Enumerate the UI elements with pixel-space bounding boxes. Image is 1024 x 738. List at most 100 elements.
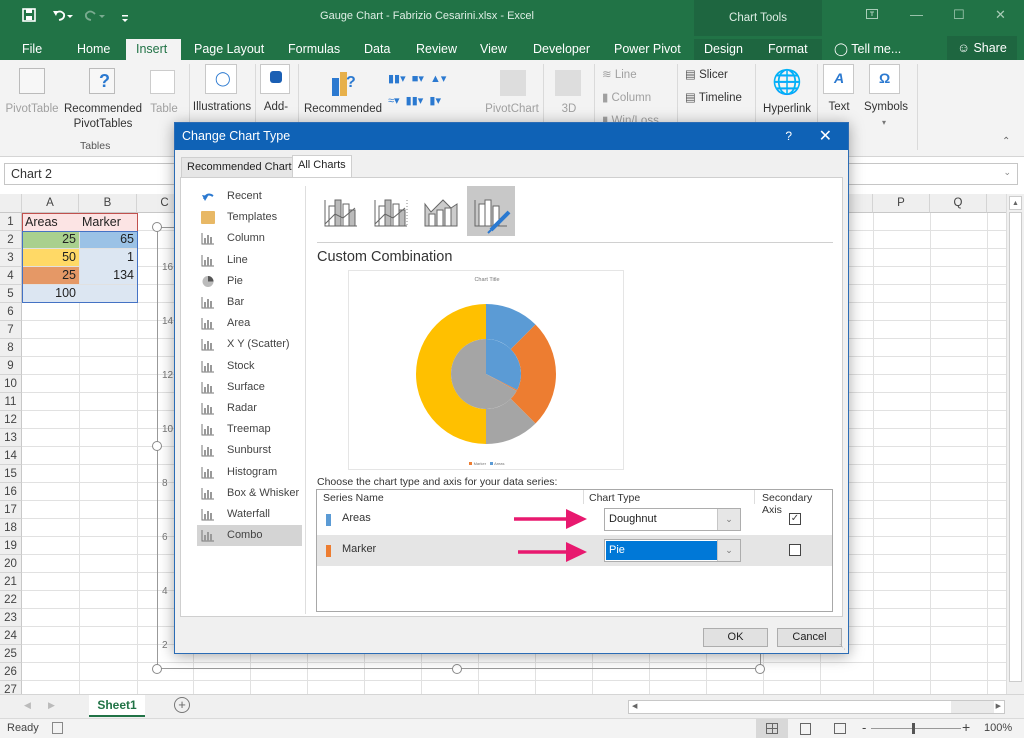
vertical-scroll-thumb[interactable] [1009,212,1022,682]
row-header-12[interactable]: 12 [0,411,22,429]
tab-formulas[interactable]: Formulas [282,39,346,60]
chart-type-combo[interactable]: Combo [197,525,302,547]
page-break-view-icon[interactable] [834,723,846,734]
resize-grip-icon[interactable]: ⋱ [839,643,846,651]
chart-type-select-marker[interactable]: Pie ⌄ [604,539,741,562]
chart-type-radar[interactable]: Radar [197,398,302,419]
row-header-26[interactable]: 26 [0,663,22,681]
chart-type-templates[interactable]: Templates [197,207,302,228]
tab-view[interactable]: View [474,39,513,60]
resize-handle-bottom-left[interactable] [152,664,162,674]
table-button[interactable]: Table [146,102,182,117]
chart-type-select-areas[interactable]: Doughnut ⌄ [604,508,741,531]
next-sheet-icon[interactable]: ▶ [48,700,55,711]
sparkline-line-button[interactable]: ≋ Line [602,68,637,83]
share-button[interactable]: ☺ Share [947,36,1017,60]
chart-type-recent[interactable]: Recent [197,186,302,207]
vertical-scrollbar[interactable]: ▲ [1006,194,1024,694]
cancel-button[interactable]: Cancel [777,628,842,647]
chart-type-pie[interactable]: Pie [197,271,302,292]
scroll-left-icon[interactable]: ◀ [632,702,637,710]
row-header-6[interactable]: 6 [0,303,22,321]
minimize-icon[interactable]: — [910,7,923,22]
expand-formula-bar-icon[interactable]: ⌄ [1003,167,1011,178]
row-header-25[interactable]: 25 [0,645,22,663]
row-header-3[interactable]: 3 [0,249,22,267]
tab-insert[interactable]: Insert [126,39,181,60]
row-header-21[interactable]: 21 [0,573,22,591]
line-chart-dropdown[interactable]: ≈▾ ▮▮▾ ▮▾ [388,90,446,112]
pivotchart-button[interactable]: PivotChart [484,102,540,117]
horizontal-scrollbar[interactable]: ◀ ▶ [628,700,1005,714]
resize-handle-bottom[interactable] [452,664,462,674]
row-header-27[interactable]: 27 [0,681,22,694]
add-sheet-icon[interactable]: + [174,697,190,713]
normal-view-button[interactable] [756,719,788,738]
resize-handle-top-left[interactable] [152,222,162,232]
chart-type-gallery[interactable]: ▮▮▾ ■▾ ▲▾ ≈▾ ▮▮▾ ▮▾ [388,68,446,112]
secondary-axis-checkbox-marker[interactable] [789,544,801,556]
tab-all-charts[interactable]: All Charts [292,155,352,177]
sheet-tab-sheet1[interactable]: Sheet1 [89,695,145,717]
row-header-16[interactable]: 16 [0,483,22,501]
chart-type-x-y-scatter[interactable]: X Y (Scatter) [197,334,302,355]
cell-b3[interactable]: 1 [79,249,137,266]
chart-type-column[interactable]: Column [197,228,302,249]
dialog-title-bar[interactable]: Change Chart Type ? ✕ [175,123,848,150]
tab-data[interactable]: Data [358,39,396,60]
addins-button[interactable]: Add- [258,100,294,115]
sparkline-column-button[interactable]: ▮ Column [602,91,651,106]
cell-a1[interactable]: Areas [22,214,79,231]
symbols-button[interactable]: Symbols [862,100,910,115]
tab-file[interactable]: File [16,39,48,60]
cell-b1[interactable]: Marker [79,214,137,231]
chart-type-box-whisker[interactable]: Box & Whisker [197,483,302,504]
row-header-14[interactable]: 14 [0,447,22,465]
chart-type-area[interactable]: Area [197,313,302,334]
row-header-20[interactable]: 20 [0,555,22,573]
cell-a5[interactable]: 100 [22,285,79,302]
subtype-custom-combination[interactable] [467,186,515,236]
column-header-r[interactable] [987,194,1006,213]
slicer-button[interactable]: ▤ Slicer [685,68,728,83]
row-header-5[interactable]: 5 [0,285,22,303]
column-chart-dropdown[interactable]: ▮▮▾ ■▾ ▲▾ [388,68,446,90]
tab-design[interactable]: Design [694,39,756,60]
chart-type-sunburst[interactable]: Sunburst [197,440,302,461]
collapse-ribbon-icon[interactable]: ⌃ [1002,136,1010,147]
zoom-slider-track[interactable] [871,728,961,729]
select-all-corner[interactable] [0,194,22,213]
subtype-clustered-column-line-secondary[interactable] [367,186,415,236]
scroll-right-icon[interactable]: ▶ [996,702,1001,710]
chart-type-treemap[interactable]: Treemap [197,419,302,440]
column-header-o[interactable] [848,194,873,213]
row-header-19[interactable]: 19 [0,537,22,555]
tab-developer[interactable]: Developer [527,39,596,60]
scroll-up-icon[interactable]: ▲ [1009,196,1022,210]
column-header-a[interactable]: A [22,194,79,213]
timeline-button[interactable]: ▤ Timeline [685,91,742,106]
chevron-down-icon[interactable]: ⌄ [717,540,740,561]
chart-type-waterfall[interactable]: Waterfall [197,504,302,525]
row-header-2[interactable]: 2 [0,231,22,249]
chart-type-surface[interactable]: Surface [197,377,302,398]
zoom-level[interactable]: 100% [984,722,1012,734]
illustrations-button[interactable]: Illustrations [190,100,254,115]
hyperlink-button[interactable]: Hyperlink [760,102,814,117]
cell-b2[interactable]: 65 [79,231,137,248]
close-window-icon[interactable]: ✕ [995,7,1006,23]
row-header-18[interactable]: 18 [0,519,22,537]
row-header-15[interactable]: 15 [0,465,22,483]
subtype-clustered-column-line[interactable] [317,186,365,236]
row-header-4[interactable]: 4 [0,267,22,285]
chart-type-line[interactable]: Line [197,250,302,271]
3d-map-button[interactable]: 3D [556,102,582,117]
resize-handle-bottom-right[interactable] [755,664,765,674]
column-header-b[interactable]: B [79,194,137,213]
row-header-10[interactable]: 10 [0,375,22,393]
ok-button[interactable]: OK [703,628,768,647]
tab-recommended-charts[interactable]: Recommended Charts [181,157,304,177]
row-header-9[interactable]: 9 [0,357,22,375]
subtype-stacked-area-clustered-column[interactable] [417,186,465,236]
tab-page-layout[interactable]: Page Layout [188,39,270,60]
